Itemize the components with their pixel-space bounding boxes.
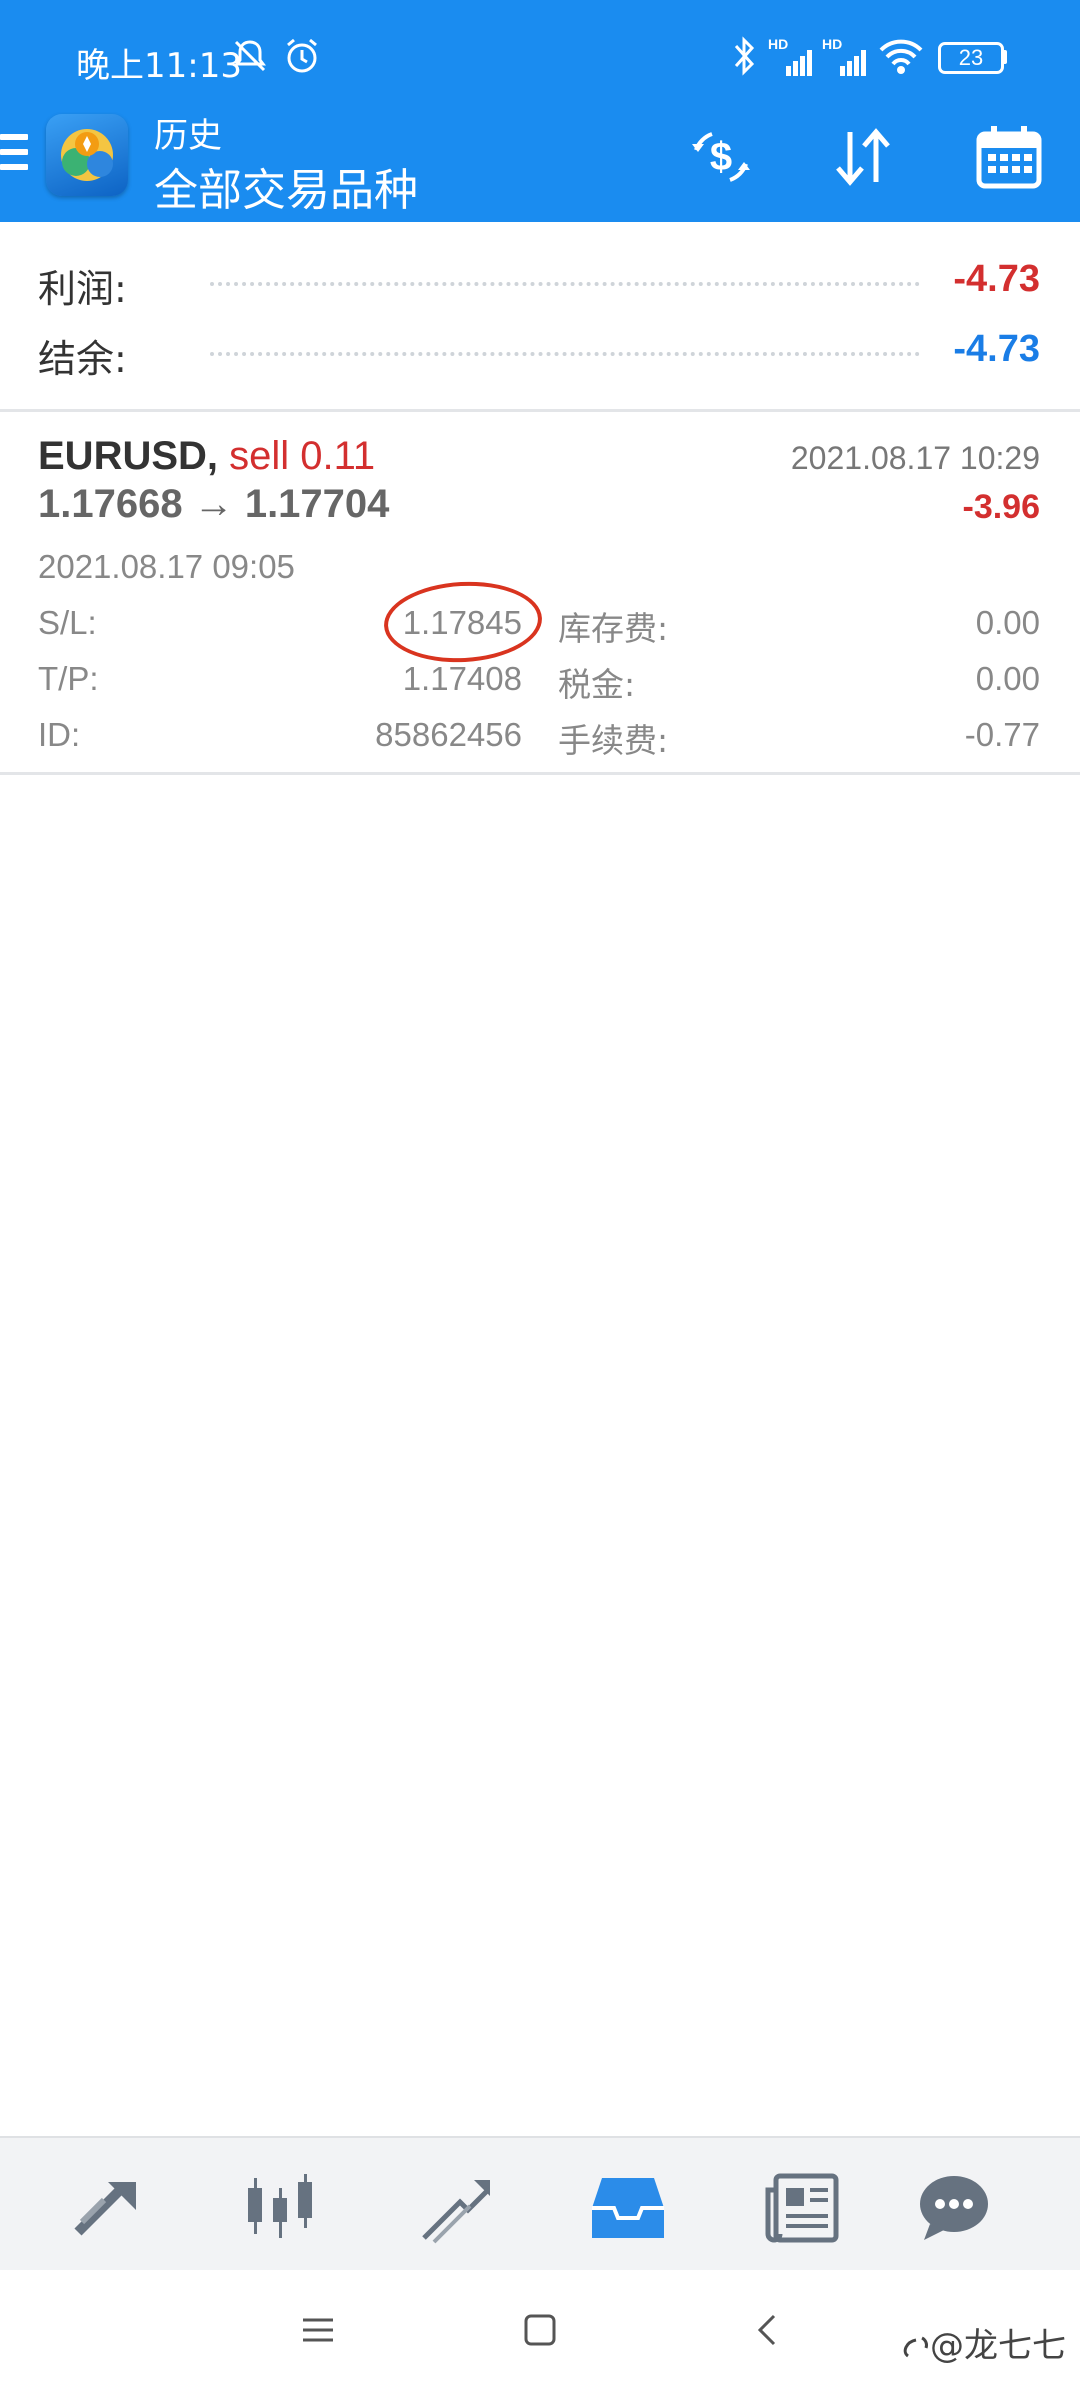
signal-icon-2: HD [822, 36, 868, 76]
commission-label: 手续费: [558, 721, 669, 760]
watermark: @龙七七 [900, 2318, 1066, 2367]
annotation-circle [382, 577, 544, 667]
dotted-leader [210, 352, 920, 356]
symbol-filter[interactable]: 全部交易品种 [154, 154, 418, 218]
id-value: 85862456 [375, 716, 522, 753]
sl-label: S/L: [38, 604, 97, 641]
svg-text:$: $ [710, 135, 732, 179]
balance-value: -4.73 [953, 328, 1040, 370]
symbol-name: EURUSD, [38, 434, 219, 478]
trade-side: sell 0.11 [229, 434, 376, 478]
news-icon[interactable] [762, 2170, 842, 2246]
profit-label: 利润: [38, 267, 127, 311]
app-logo [46, 114, 128, 196]
page-title: 历史 [154, 116, 222, 156]
trade-icon[interactable] [416, 2170, 496, 2246]
history-icon[interactable] [588, 2170, 668, 2246]
battery-icon: 23 [938, 36, 1008, 76]
quotes-icon[interactable] [68, 2170, 148, 2246]
id-label: ID: [38, 716, 81, 753]
profit-value: -4.73 [953, 258, 1040, 300]
tp-value: 1.17408 [402, 660, 522, 697]
close-time: 2021.08.17 10:29 [790, 440, 1040, 476]
status-bar: 晚上11:13 HD HD 23 [0, 0, 1080, 110]
balance-label: 结余: [38, 337, 127, 381]
open-time: 2021.08.17 09:05 [38, 548, 295, 585]
back-icon[interactable] [752, 2312, 782, 2348]
top-bar: 晚上11:13 HD HD 23 历史 全部交易品种 $ [0, 0, 1080, 222]
commission-value: -0.77 [964, 716, 1040, 753]
trade-history-item[interactable]: EURUSD, sell 0.11 1.17668 → 1.17704 2021… [0, 412, 1080, 772]
bluetooth-icon [734, 36, 755, 76]
wifi-icon [879, 39, 923, 74]
battery-level: 23 [958, 45, 984, 70]
system-nav-bar: @龙七七 [0, 2270, 1080, 2400]
sort-icon[interactable] [828, 122, 898, 192]
watermark-text: @龙七七 [930, 2326, 1066, 2366]
dotted-leader [210, 282, 920, 286]
menu-icon[interactable] [0, 134, 28, 174]
profit-row: 利润: -4.73 [0, 252, 1080, 312]
alarm-icon [287, 38, 317, 73]
app-bar: 历史 全部交易品种 $ [0, 100, 1080, 222]
chat-icon[interactable] [914, 2170, 994, 2246]
weibo-logo-icon [903, 2336, 928, 2358]
calendar-icon[interactable] [974, 122, 1044, 192]
tax-value: 0.00 [975, 660, 1040, 697]
status-time: 晚上11:13 [76, 46, 242, 86]
balance-row: 结余: -4.73 [0, 322, 1080, 382]
trade-profit: -3.96 [962, 488, 1041, 526]
signal-icon: HD [768, 36, 814, 76]
home-icon[interactable] [522, 2312, 558, 2348]
trade-symbol: EURUSD, sell 0.11 [38, 434, 375, 479]
divider [0, 772, 1080, 775]
tp-label: T/P: [38, 660, 99, 697]
currency-exchange-icon[interactable]: $ [686, 122, 756, 192]
tax-label: 税金: [558, 665, 636, 704]
trade-prices: 1.17668 → 1.17704 [38, 482, 390, 526]
swap-value: 0.00 [975, 604, 1040, 641]
mute-bell-icon [234, 40, 266, 72]
bottom-tab-bar [0, 2136, 1080, 2272]
recents-icon[interactable] [300, 2312, 336, 2348]
swap-label: 库存费: [558, 609, 669, 648]
chart-icon[interactable] [240, 2170, 320, 2246]
